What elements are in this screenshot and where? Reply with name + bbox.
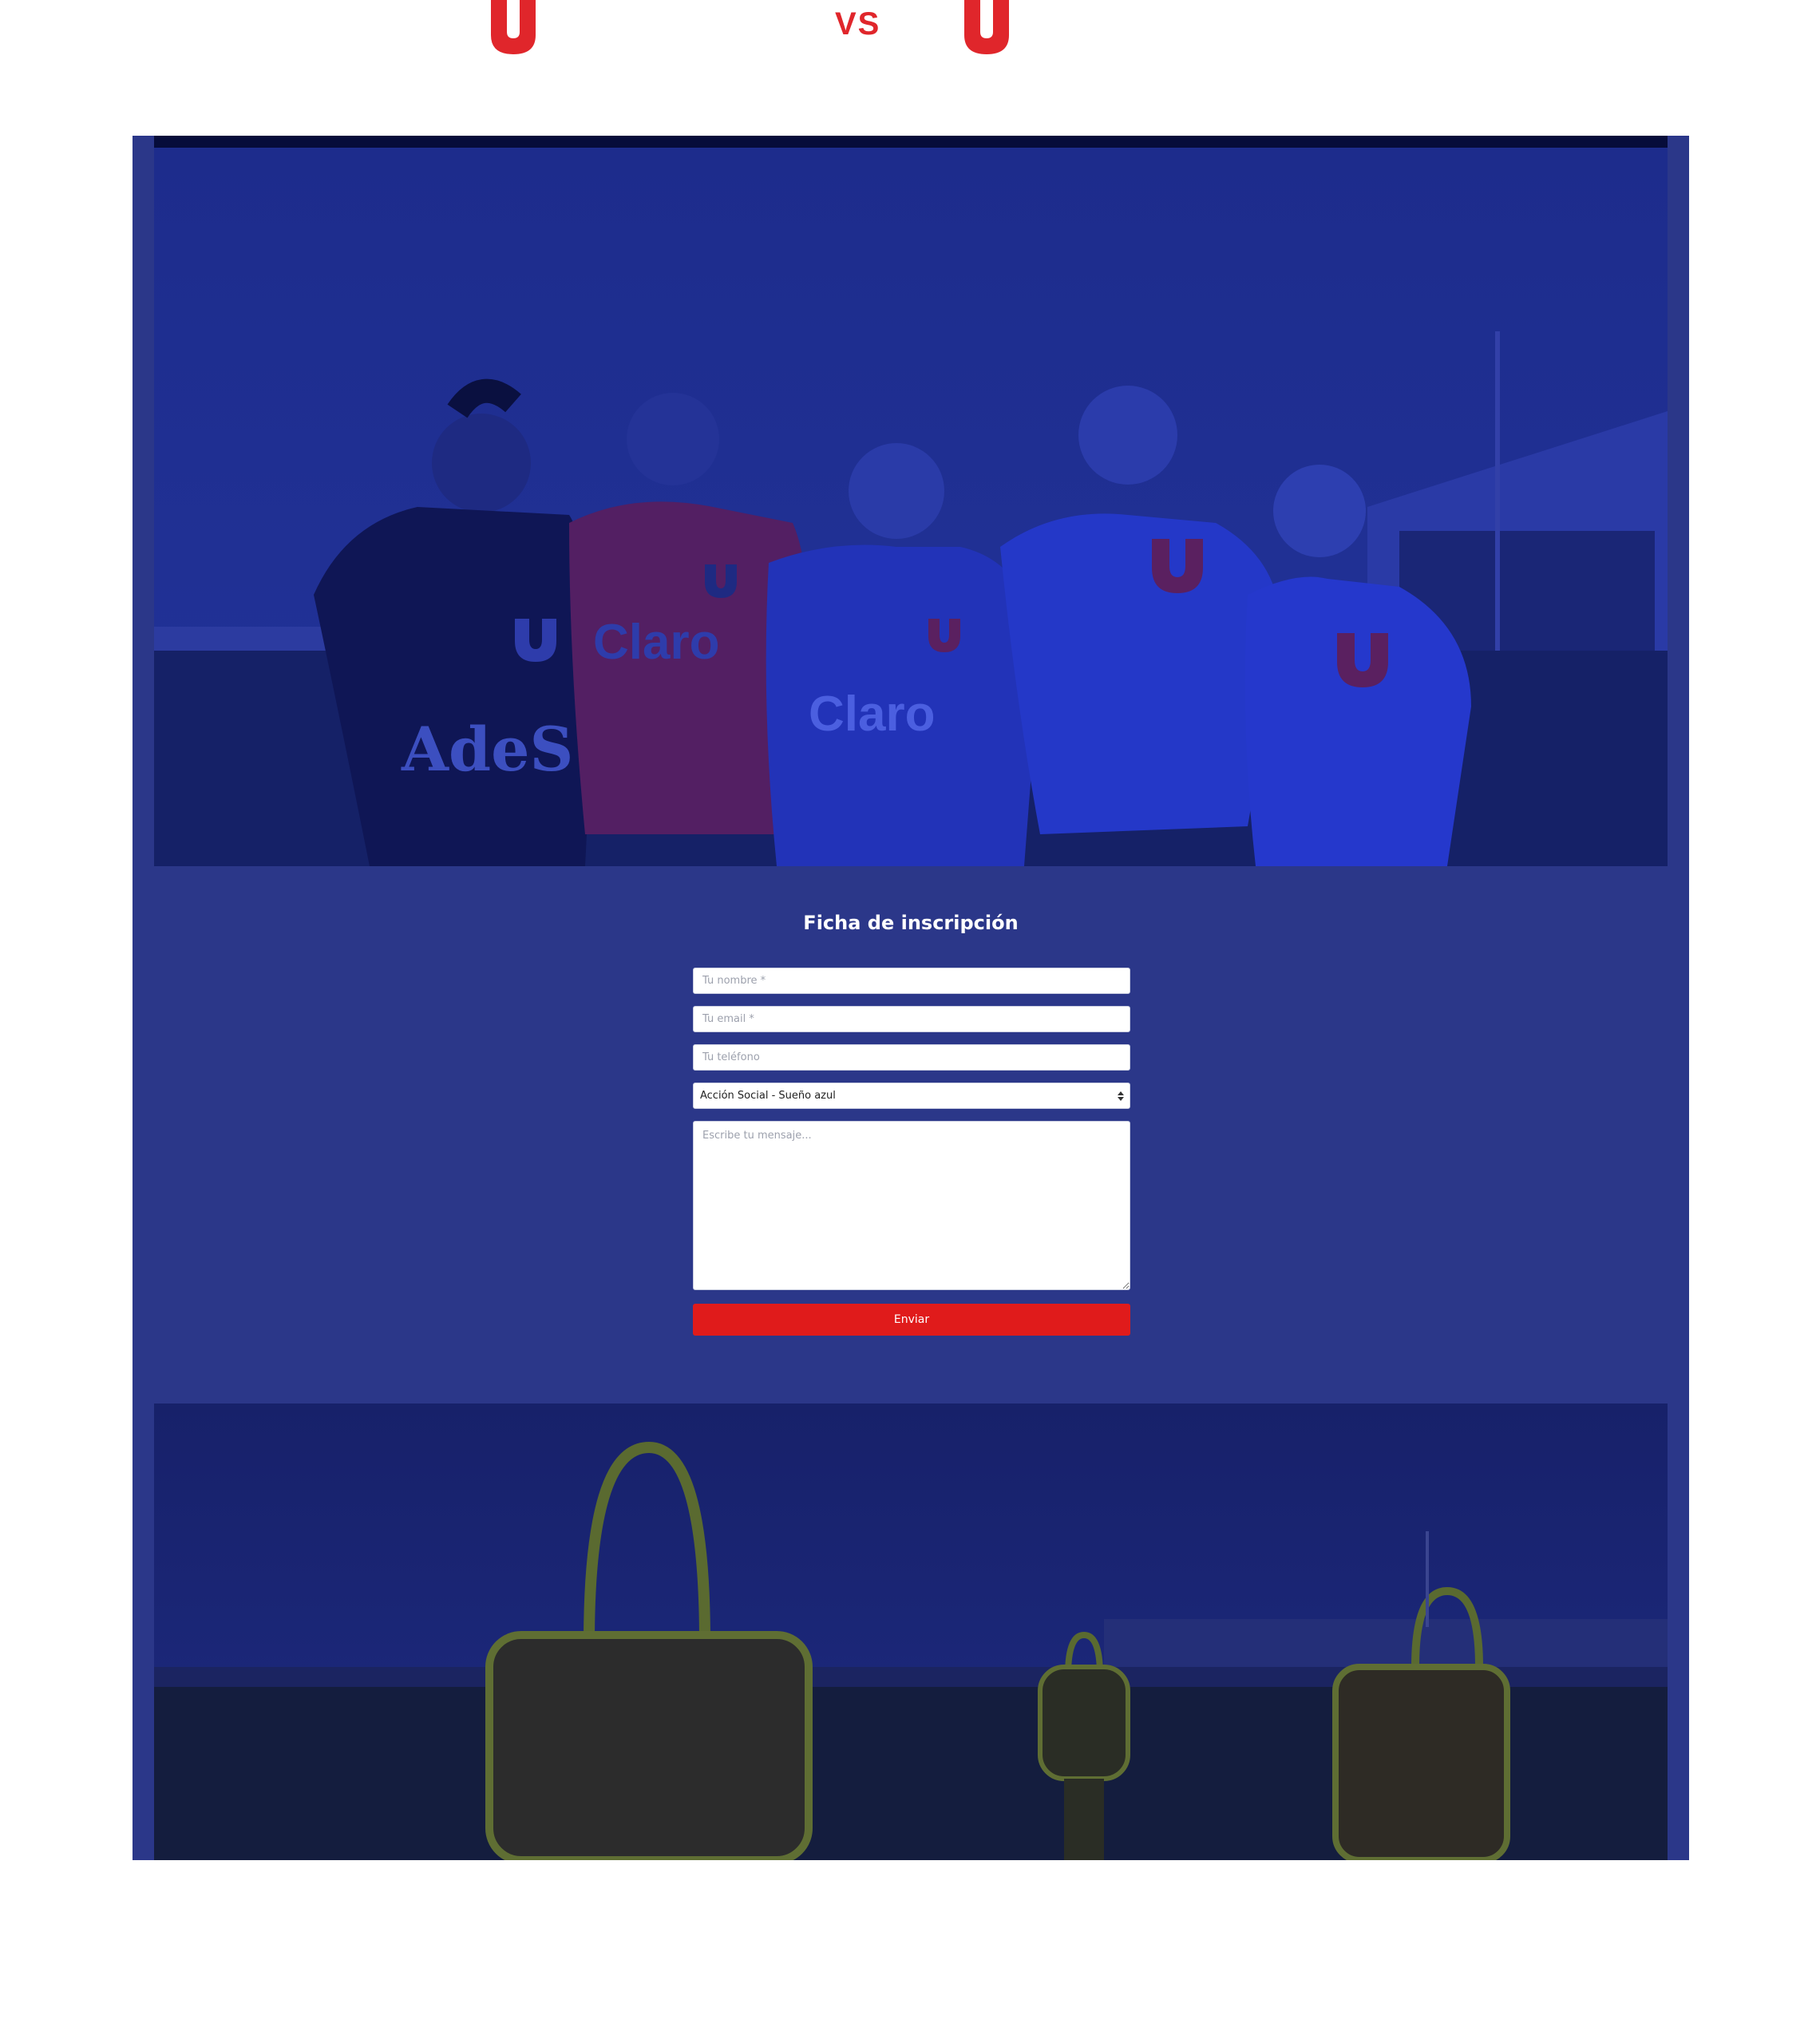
match-header: VS xyxy=(0,0,1820,136)
u-crest-icon xyxy=(964,0,1009,54)
jersey-sponsor-text: Claro xyxy=(809,687,935,742)
top-bar xyxy=(154,136,1668,148)
u-crest-icon xyxy=(491,0,536,54)
training-field-photo xyxy=(154,1403,1668,1860)
subject-select-value: Acción Social - Sueño azul xyxy=(700,1090,836,1102)
jersey-sponsor-text: AdeS xyxy=(401,714,573,785)
subject-select[interactable]: Acción Social - Sueño azul xyxy=(693,1083,1130,1109)
name-input[interactable] xyxy=(693,968,1130,994)
select-arrows-icon xyxy=(1118,1091,1124,1101)
submit-button[interactable]: Enviar xyxy=(693,1304,1130,1336)
form-title: Ficha de inscripción xyxy=(803,912,1019,934)
players-photo: AdeS Claro Claro xyxy=(154,148,1668,866)
email-input[interactable] xyxy=(693,1006,1130,1032)
phone-input[interactable] xyxy=(693,1044,1130,1071)
message-textarea[interactable] xyxy=(693,1121,1130,1290)
main-section: AdeS Claro Claro Ficha de inscripción Tu… xyxy=(133,136,1689,1860)
vs-label: VS xyxy=(835,6,881,42)
jersey-sponsor-text: Claro xyxy=(593,615,719,670)
